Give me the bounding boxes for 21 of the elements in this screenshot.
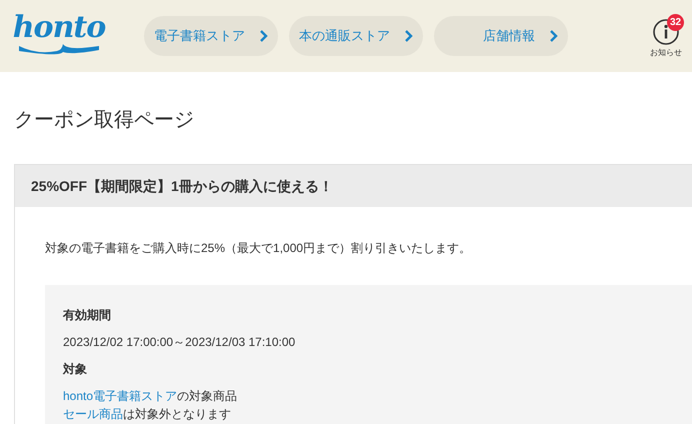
detail-heading: 有効期間 [63, 307, 112, 323]
notification-badge: 32 [667, 14, 684, 31]
detail-link[interactable]: honto電子書籍ストア [63, 389, 178, 403]
coupon-description: 対象の電子書籍をご購入時に25%（最大で1,000円まで）割り引きいたします。 [45, 240, 472, 257]
detail-heading: 対象 [63, 361, 88, 377]
coupon-title: 25%OFF【期間限定】1冊からの購入に使える！ [31, 176, 333, 196]
nav-button[interactable]: 店舗情報 [434, 16, 568, 56]
nav-button[interactable]: 電子書籍ストア [144, 16, 278, 56]
detail-text: は対象外となります [123, 407, 231, 421]
nav-button[interactable]: 本の通販ストア [289, 16, 423, 56]
detail-text: 2023/12/02 17:00:00～2023/12/03 17:10:00 [63, 335, 296, 349]
honto-logo[interactable]: honto [14, 13, 104, 59]
page-title: クーポン取得ページ [14, 108, 195, 133]
notice-label: お知らせ [650, 47, 682, 59]
notice-button[interactable]: 32 お知らせ [644, 13, 688, 59]
info-icon [653, 19, 679, 45]
chevron-right-icon [549, 29, 558, 43]
detail-link[interactable]: セール商品 [63, 407, 123, 421]
chevron-right-icon [404, 29, 413, 43]
chevron-right-icon [259, 29, 268, 43]
detail-text: の対象商品 [177, 389, 238, 403]
